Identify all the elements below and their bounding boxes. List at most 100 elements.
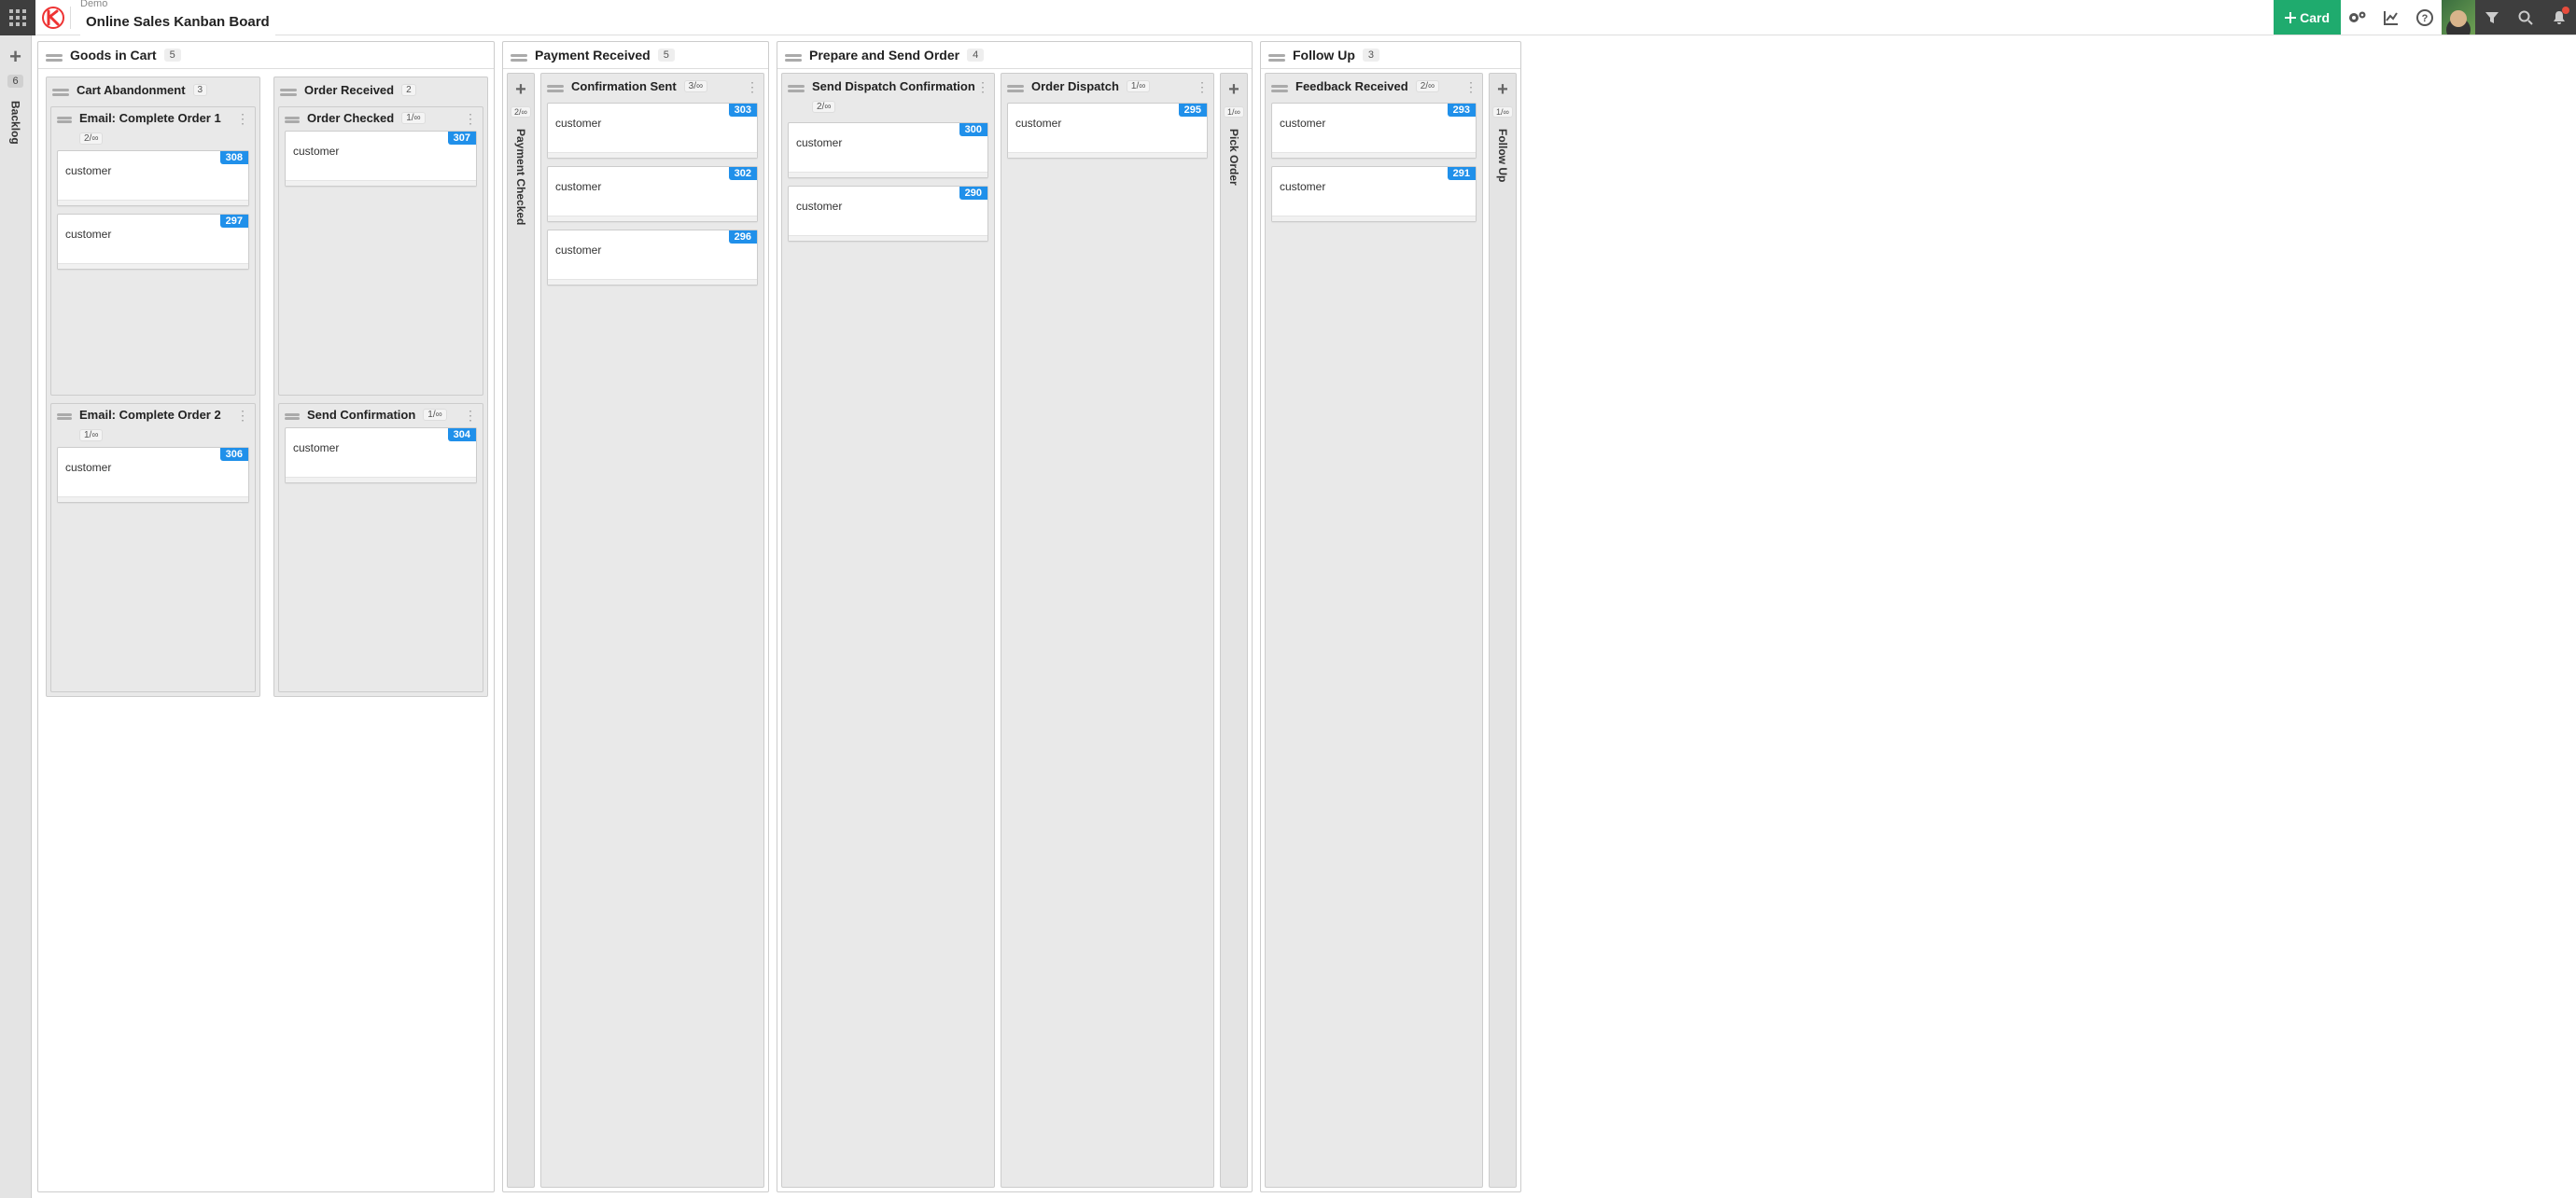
kanban-card[interactable]: 300customer <box>788 122 988 178</box>
bell-icon <box>2553 10 2566 25</box>
lane-feedback-received: Feedback Received 2/∞ ⋮ 293customer 291c… <box>1265 73 1483 1188</box>
kanbanize-logo-icon <box>42 7 64 29</box>
column-title: Prepare and Send Order <box>809 48 959 63</box>
sublane-email-complete-order-2: Email: Complete Order 2 ⋮ 1/∞ 306 custom… <box>50 403 256 692</box>
card-id: 303 <box>729 104 757 117</box>
column-header[interactable]: Prepare and Send Order 4 <box>777 42 1252 69</box>
drag-handle-icon <box>1007 85 1024 88</box>
lane-add-button[interactable]: + <box>1497 79 1508 101</box>
column-prepare-and-send-order: Prepare and Send Order 4 Send Dispatch C… <box>777 41 1253 1192</box>
kanban-card[interactable]: 293customer <box>1271 103 1477 159</box>
sublane-order-checked: Order Checked 1/∞ ⋮ 307 customer <box>278 106 483 396</box>
drag-handle-icon <box>46 54 63 57</box>
lane-header[interactable]: Cart Abandonment 3 <box>47 77 259 103</box>
settings-button[interactable] <box>2341 0 2374 35</box>
kanban-card[interactable]: 304 customer <box>285 427 477 483</box>
kanban-card[interactable]: 307 customer <box>285 131 477 187</box>
lane-header[interactable]: Send Dispatch Confirmation ⋮ 2/∞ <box>782 74 994 118</box>
card-id: 295 <box>1179 104 1207 117</box>
lane-wip: 1/∞ <box>1127 80 1150 92</box>
card-title: customer <box>1008 104 1207 137</box>
kanban-card[interactable]: 308 customer <box>57 150 249 206</box>
column-payment-received: Payment Received 5 + 2/∞ Payment Checked… <box>502 41 769 1192</box>
sublane-wip: 1/∞ <box>401 112 425 124</box>
column-title: Follow Up <box>1293 48 1355 63</box>
grid-icon <box>9 9 26 26</box>
collapsed-lane-follow-up[interactable]: + 1/∞ Follow Up <box>1489 73 1517 1188</box>
sublane-header[interactable]: Email: Complete Order 2 ⋮ 1/∞ <box>51 404 255 443</box>
plus-icon <box>2285 12 2296 23</box>
backlog-add-button[interactable]: + <box>9 45 21 69</box>
drag-handle-icon <box>1268 54 1285 57</box>
lane-label: Pick Order <box>1227 129 1240 186</box>
column-header[interactable]: Payment Received 5 <box>503 42 768 69</box>
lane-send-dispatch-confirmation: Send Dispatch Confirmation ⋮ 2/∞ 300cust… <box>781 73 995 1188</box>
kanban-card[interactable]: 295customer <box>1007 103 1208 159</box>
more-menu-button[interactable]: ⋮ <box>236 111 249 127</box>
sublane-header[interactable]: Email: Complete Order 1 ⋮ 2/∞ <box>51 107 255 146</box>
column-count: 4 <box>967 49 984 62</box>
filter-icon <box>2485 10 2499 25</box>
add-card-label: Card <box>2300 10 2330 25</box>
column-follow-up: Follow Up 3 Feedback Received 2/∞ ⋮ 293c… <box>1260 41 1521 1192</box>
column-title: Payment Received <box>535 48 651 63</box>
collapsed-lane-payment-checked[interactable]: + 2/∞ Payment Checked <box>507 73 535 1188</box>
lane-header[interactable]: Confirmation Sent 3/∞ ⋮ <box>541 74 763 99</box>
kanban-card[interactable]: 302customer <box>547 166 758 222</box>
more-menu-button[interactable]: ⋮ <box>746 79 758 95</box>
card-id: 300 <box>959 123 987 136</box>
column-header[interactable]: Follow Up 3 <box>1261 42 1520 69</box>
sublane-title: Email: Complete Order 2 <box>79 408 221 422</box>
more-menu-button[interactable]: ⋮ <box>976 79 988 95</box>
card-id: 296 <box>729 230 757 244</box>
add-card-button[interactable]: Card <box>2274 0 2341 35</box>
more-menu-button[interactable]: ⋮ <box>1464 79 1477 95</box>
lane-add-button[interactable]: + <box>1228 79 1239 101</box>
lane-title: Cart Abandonment <box>77 83 186 97</box>
lane-wip: 1/∞ <box>1492 106 1513 118</box>
kanban-card[interactable]: 290customer <box>788 186 988 242</box>
more-menu-button[interactable]: ⋮ <box>464 408 477 424</box>
backlog-label: Backlog <box>9 101 22 145</box>
column-header[interactable]: Goods in Cart 5 <box>38 42 494 69</box>
analytics-button[interactable] <box>2374 0 2408 35</box>
notifications-button[interactable] <box>2542 0 2576 35</box>
more-menu-button[interactable]: ⋮ <box>236 408 249 424</box>
lane-add-button[interactable]: + <box>515 79 526 101</box>
drag-handle-icon <box>511 54 527 57</box>
card-title: customer <box>548 104 757 137</box>
lane-header[interactable]: Order Received 2 <box>274 77 487 103</box>
app-launcher-button[interactable] <box>0 0 35 35</box>
lane-count: 3 <box>193 84 208 96</box>
lane-header[interactable]: Feedback Received 2/∞ ⋮ <box>1266 74 1482 99</box>
sublane-title: Send Confirmation <box>307 408 415 422</box>
app-logo[interactable] <box>35 7 71 29</box>
collapsed-lane-pick-order[interactable]: + 1/∞ Pick Order <box>1220 73 1248 1188</box>
kanban-card[interactable]: 303customer <box>547 103 758 159</box>
lane-wip: 3/∞ <box>684 80 707 92</box>
lane-title: Order Dispatch <box>1031 79 1119 93</box>
kanban-card[interactable]: 297 customer <box>57 214 249 270</box>
card-title: customer <box>1272 167 1476 201</box>
lane-title: Order Received <box>304 83 394 97</box>
filter-button[interactable] <box>2475 0 2509 35</box>
card-id: 307 <box>448 132 476 145</box>
card-title: customer <box>789 187 987 220</box>
user-avatar[interactable] <box>2442 0 2475 35</box>
card-id: 297 <box>220 215 248 228</box>
more-menu-button[interactable]: ⋮ <box>464 111 477 127</box>
help-button[interactable]: ? <box>2408 0 2442 35</box>
kanban-card[interactable]: 306 customer <box>57 447 249 503</box>
kanban-card[interactable]: 291customer <box>1271 166 1477 222</box>
sublane-wip: 1/∞ <box>423 409 446 421</box>
search-button[interactable] <box>2509 0 2542 35</box>
lane-title: Confirmation Sent <box>571 79 677 93</box>
more-menu-button[interactable]: ⋮ <box>1196 79 1208 95</box>
kanban-card[interactable]: 296customer <box>547 230 758 286</box>
sublane-header[interactable]: Send Confirmation 1/∞ ⋮ <box>279 404 483 424</box>
column-goods-in-cart: Goods in Cart 5 Cart Abandonment 3 <box>37 41 495 1192</box>
lane-title: Feedback Received <box>1295 79 1408 93</box>
sublane-header[interactable]: Order Checked 1/∞ ⋮ <box>279 107 483 127</box>
column-title: Goods in Cart <box>70 48 157 63</box>
lane-header[interactable]: Order Dispatch 1/∞ ⋮ <box>1001 74 1213 99</box>
